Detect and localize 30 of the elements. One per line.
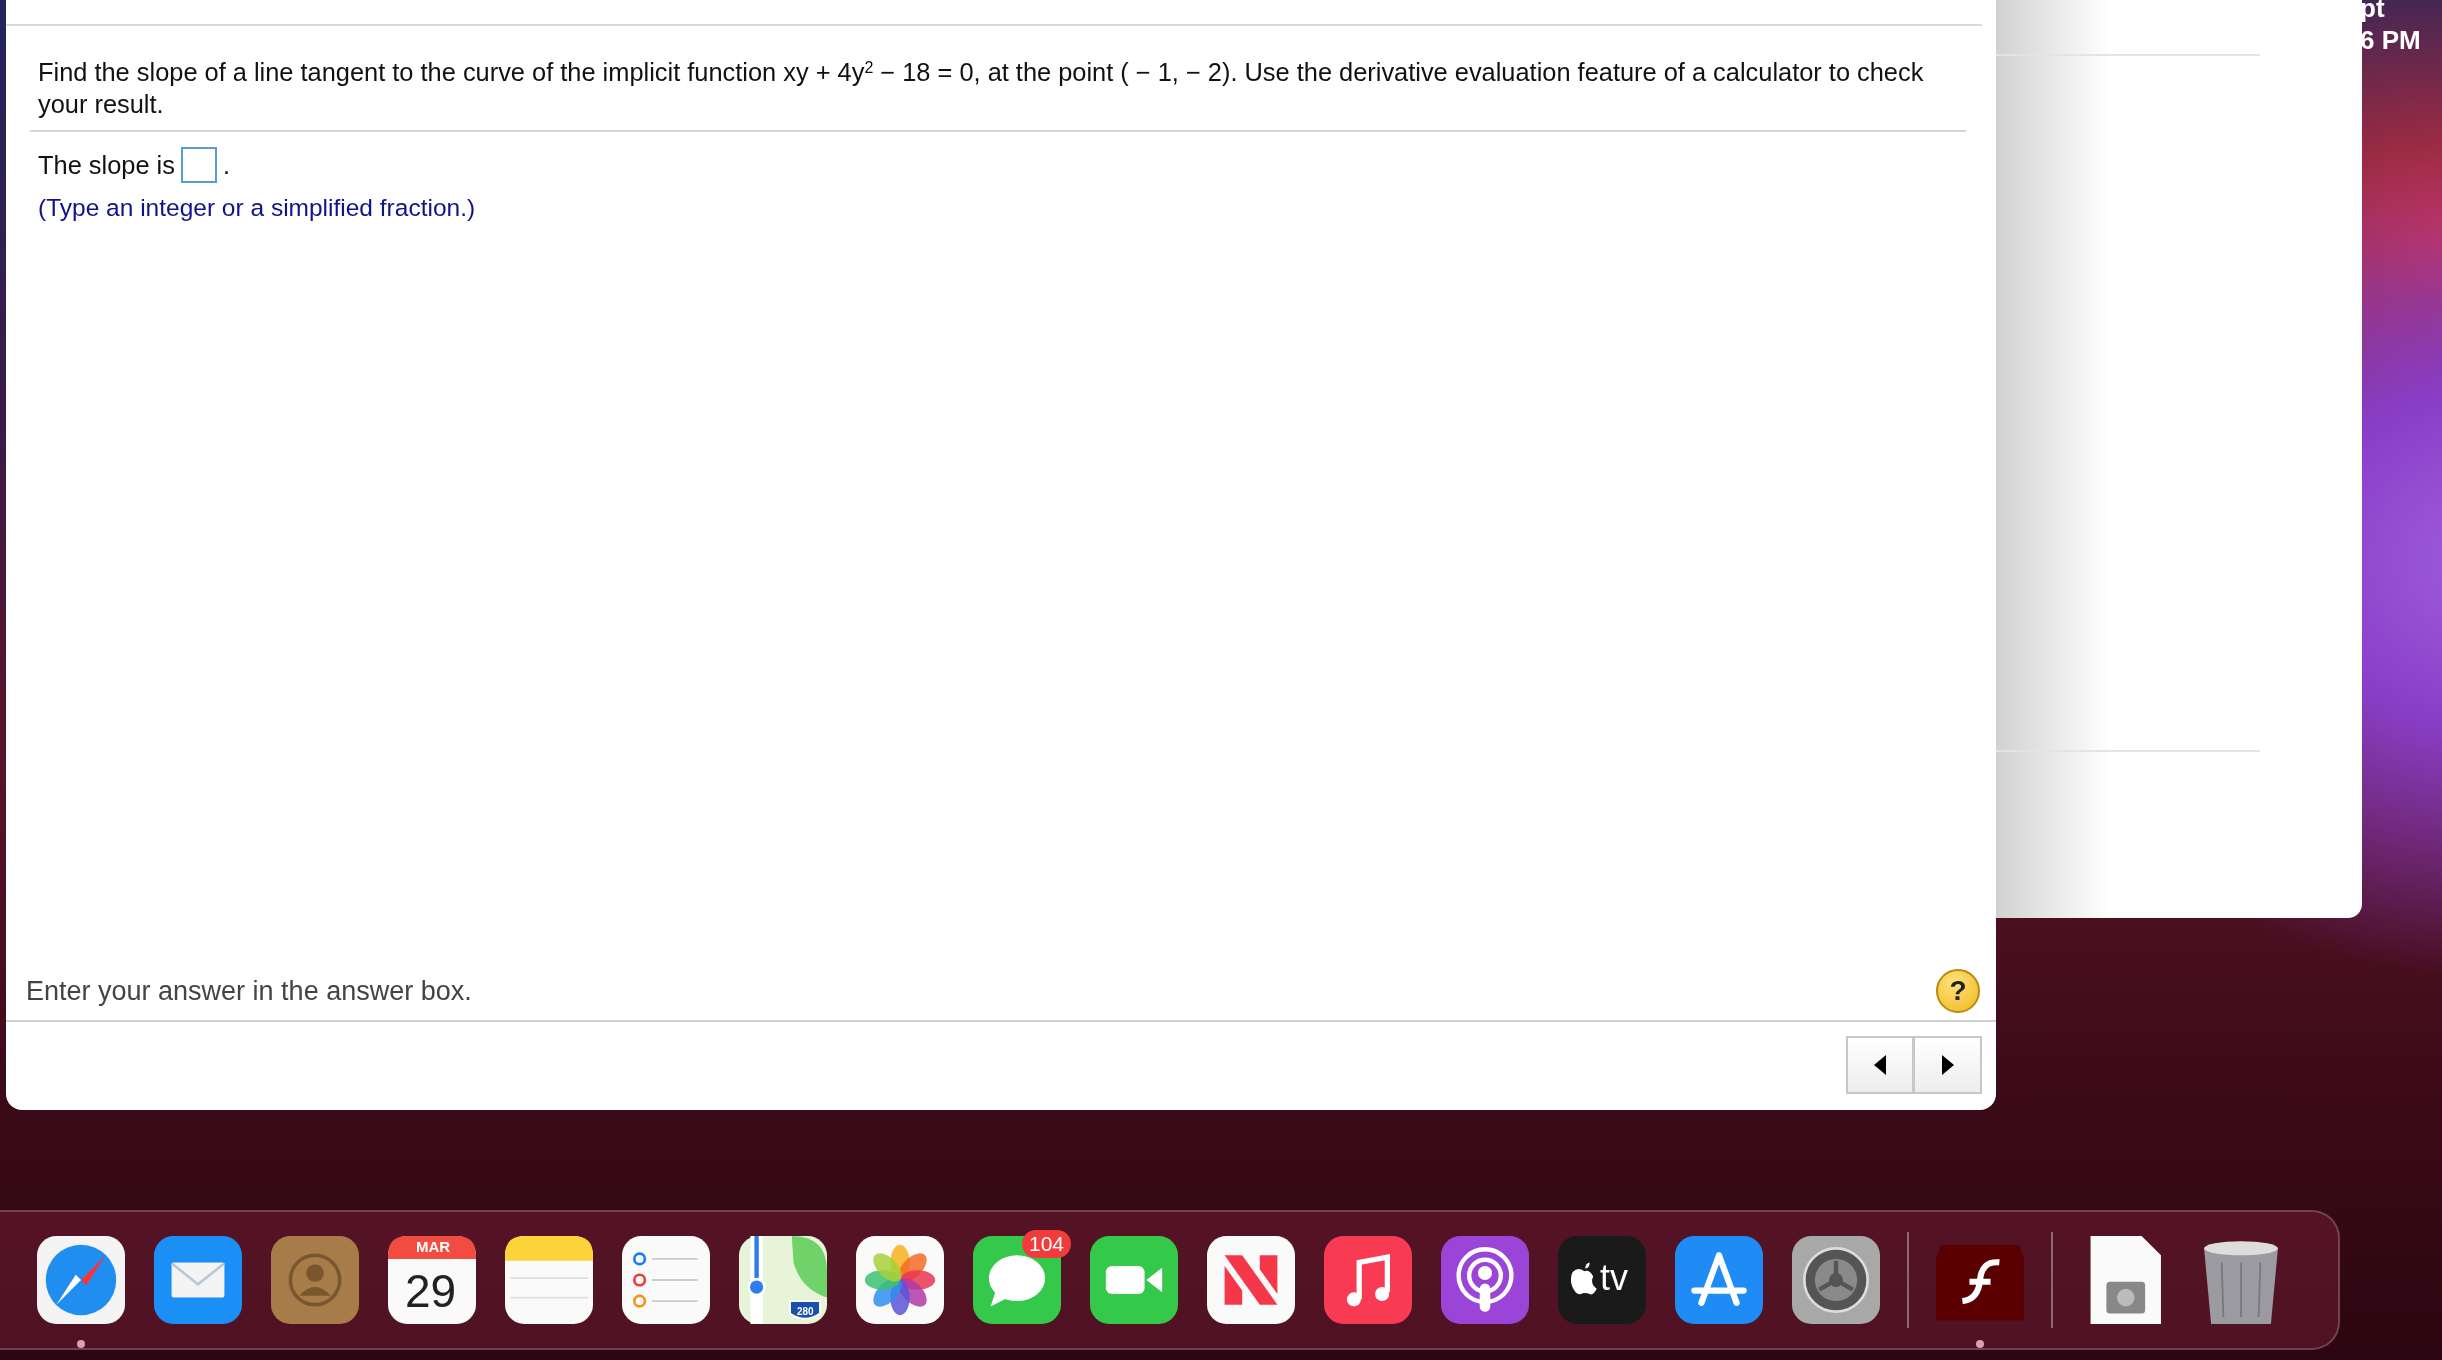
flower-app-icon[interactable] xyxy=(856,1236,944,1324)
app-label: tv xyxy=(1600,1258,1628,1298)
instruction-text: Enter your answer in the answer box. xyxy=(26,974,472,1008)
route-number: 280 xyxy=(797,1305,814,1319)
hint-text: (Type an integer or a simplified fraction.) xyxy=(38,193,477,224)
contacts-app-icon[interactable] xyxy=(271,1236,359,1324)
compass-app-icon[interactable] xyxy=(37,1236,125,1324)
video-camera-app-icon[interactable] xyxy=(1090,1236,1178,1324)
news-app-icon[interactable] xyxy=(1207,1236,1295,1324)
notepad-app-icon[interactable] xyxy=(505,1236,593,1324)
app-store-icon[interactable] xyxy=(1675,1236,1763,1324)
map-app-icon[interactable] xyxy=(739,1236,827,1324)
envelope-app-icon[interactable] xyxy=(154,1236,242,1324)
tv-app-icon[interactable] xyxy=(1558,1236,1646,1324)
help-button[interactable]: ? xyxy=(1936,969,1980,1013)
notification-count: 104 xyxy=(1021,1230,1071,1258)
podcast-app-icon[interactable] xyxy=(1441,1236,1529,1324)
gear-app-icon[interactable] xyxy=(1792,1236,1880,1324)
answer-period: . xyxy=(222,150,230,181)
previous-button[interactable] xyxy=(1846,1036,1914,1094)
answer-box[interactable] xyxy=(180,147,217,184)
music-note-app-icon[interactable] xyxy=(1324,1236,1412,1324)
next-button[interactable] xyxy=(1914,1036,1982,1094)
calendar-day: 29 xyxy=(405,1266,457,1316)
calendar-month: MAR xyxy=(416,1238,451,1256)
menu-bar-text[interactable]: pt xyxy=(2360,0,2421,24)
answer-label: The slope is xyxy=(38,150,175,181)
checklist-app-icon[interactable] xyxy=(622,1236,710,1324)
calendar-app-icon[interactable] xyxy=(388,1236,476,1324)
question-text: Find the slope of a line tangent to the curve of the implicit function xy + 4y$^{2}$ − 18 = 0, at the point ( − 1, − 2). Use the derivative evaluation feature of a calculator to check your result. xyxy=(38,57,1925,120)
